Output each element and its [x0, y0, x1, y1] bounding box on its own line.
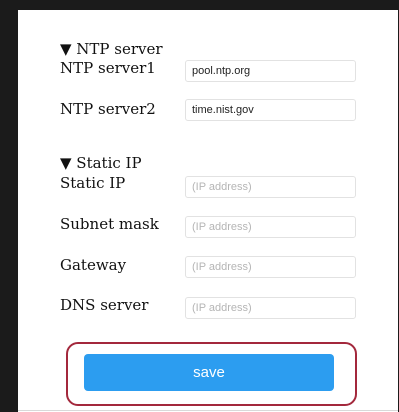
- ntp-server1-label: NTP server1: [60, 59, 156, 77]
- subnet-mask-input[interactable]: [185, 216, 356, 238]
- subnet-mask-label: Subnet mask: [60, 215, 159, 233]
- settings-panel: ▼ NTP server NTP server1 NTP server2 ▼ S…: [18, 10, 398, 412]
- ntp-server1-input[interactable]: [185, 60, 356, 82]
- bottom-divider: [18, 410, 398, 411]
- save-button[interactable]: save: [84, 354, 334, 391]
- static-ip-label: Static IP: [60, 174, 126, 192]
- ntp-server2-input[interactable]: [185, 99, 356, 121]
- ntp-section-title[interactable]: ▼ NTP server: [60, 40, 163, 58]
- dns-server-input[interactable]: [185, 297, 356, 319]
- gateway-input[interactable]: [185, 256, 356, 278]
- gateway-label: Gateway: [60, 256, 127, 274]
- dns-server-label: DNS server: [60, 296, 149, 314]
- ntp-server2-label: NTP server2: [60, 100, 156, 118]
- static-ip-input[interactable]: [185, 176, 356, 198]
- static-ip-section-title[interactable]: ▼ Static IP: [60, 154, 142, 172]
